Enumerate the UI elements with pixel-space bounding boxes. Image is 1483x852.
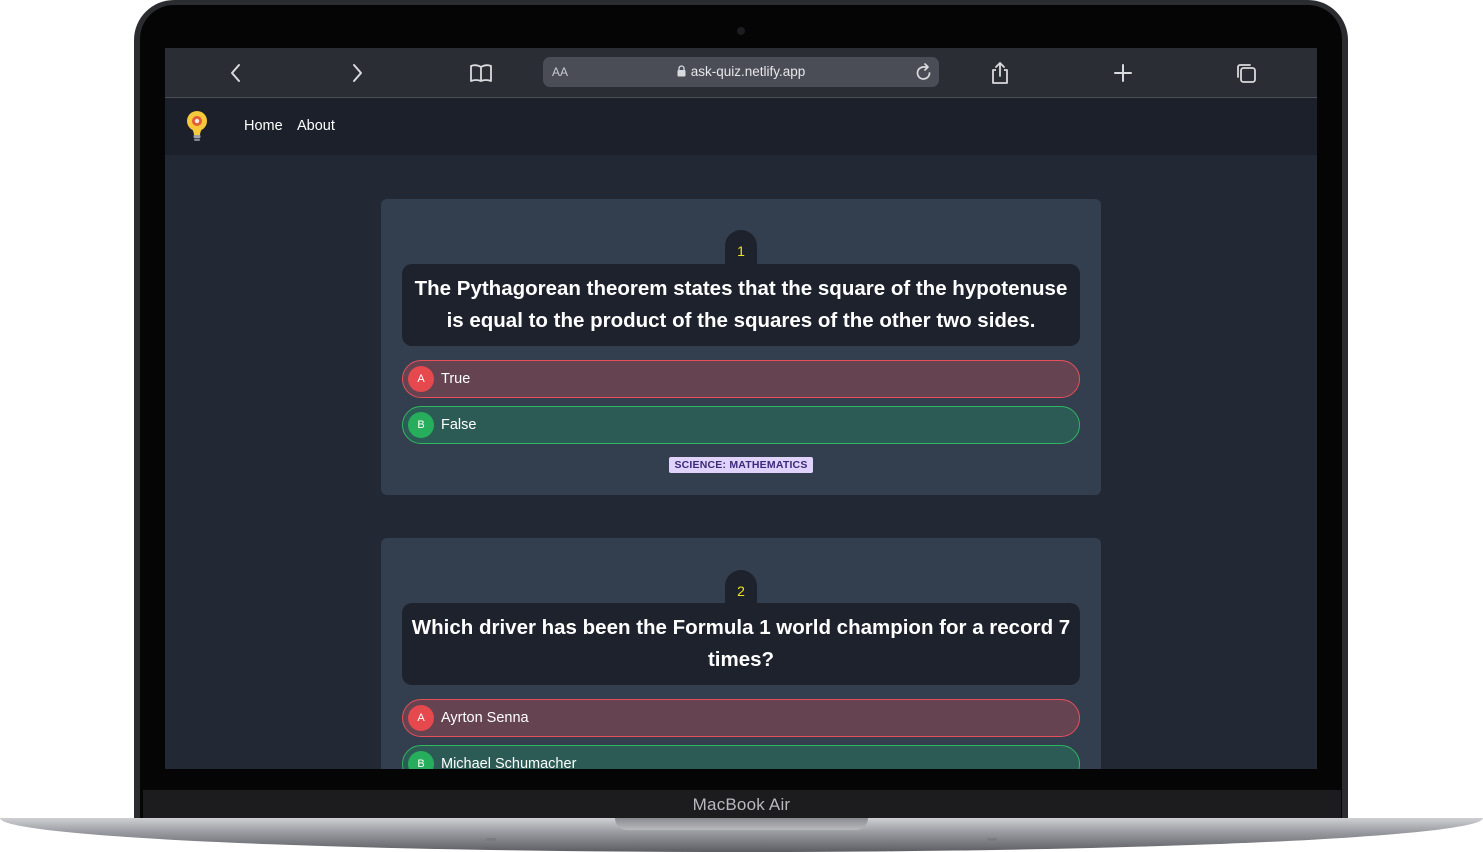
option-letter-badge: A bbox=[408, 366, 434, 392]
url-text: ask-quiz.netlify.app bbox=[690, 64, 806, 79]
lightbulb-logo-icon[interactable] bbox=[185, 110, 209, 149]
nav-link-home[interactable]: Home bbox=[244, 118, 283, 134]
screen: A A ask-quiz.netlify.app Home About 1 The… bbox=[165, 48, 1317, 769]
bookmarks-icon[interactable] bbox=[468, 60, 494, 86]
answer-option[interactable]: A True bbox=[402, 360, 1080, 398]
option-text: False bbox=[441, 417, 477, 433]
share-icon[interactable] bbox=[987, 60, 1013, 86]
hinge-dot bbox=[987, 838, 997, 841]
browser-toolbar: AA ask-quiz.netlify.app bbox=[165, 48, 1317, 98]
hinge-dot bbox=[486, 838, 496, 841]
back-icon[interactable] bbox=[223, 60, 249, 86]
tabs-overview-icon[interactable] bbox=[1233, 60, 1259, 86]
site-navbar: Home About bbox=[165, 98, 1317, 155]
nav-link-about[interactable]: About bbox=[297, 118, 335, 134]
answer-option[interactable]: A Ayrton Senna bbox=[402, 699, 1080, 737]
question-text: Which driver has been the Formula 1 worl… bbox=[402, 603, 1080, 685]
question-text: The Pythagorean theorem states that the … bbox=[402, 264, 1080, 346]
answer-option[interactable]: B Michael Schumacher bbox=[402, 745, 1080, 769]
question-card: 2 Which driver has been the Formula 1 wo… bbox=[381, 538, 1101, 769]
laptop-notch bbox=[615, 818, 868, 830]
camera-icon bbox=[737, 27, 745, 35]
reload-icon[interactable] bbox=[915, 62, 933, 87]
question-card: 1 The Pythagorean theorem states that th… bbox=[381, 199, 1101, 495]
option-letter-badge: A bbox=[408, 705, 434, 731]
option-letter-badge: B bbox=[408, 412, 434, 438]
url-display[interactable]: ask-quiz.netlify.app bbox=[543, 64, 939, 80]
forward-icon[interactable] bbox=[344, 60, 370, 86]
new-tab-icon[interactable] bbox=[1110, 60, 1136, 86]
option-text: Ayrton Senna bbox=[441, 710, 529, 726]
option-text: Michael Schumacher bbox=[441, 756, 577, 769]
lock-icon bbox=[677, 65, 686, 80]
category-badge: SCIENCE: MATHEMATICS bbox=[669, 457, 813, 473]
option-text: True bbox=[441, 371, 471, 387]
device-brand-label: MacBook Air bbox=[692, 795, 791, 814]
answer-option[interactable]: B False bbox=[402, 406, 1080, 444]
option-letter-badge: B bbox=[408, 751, 434, 769]
address-bar[interactable]: AA ask-quiz.netlify.app bbox=[543, 57, 939, 87]
